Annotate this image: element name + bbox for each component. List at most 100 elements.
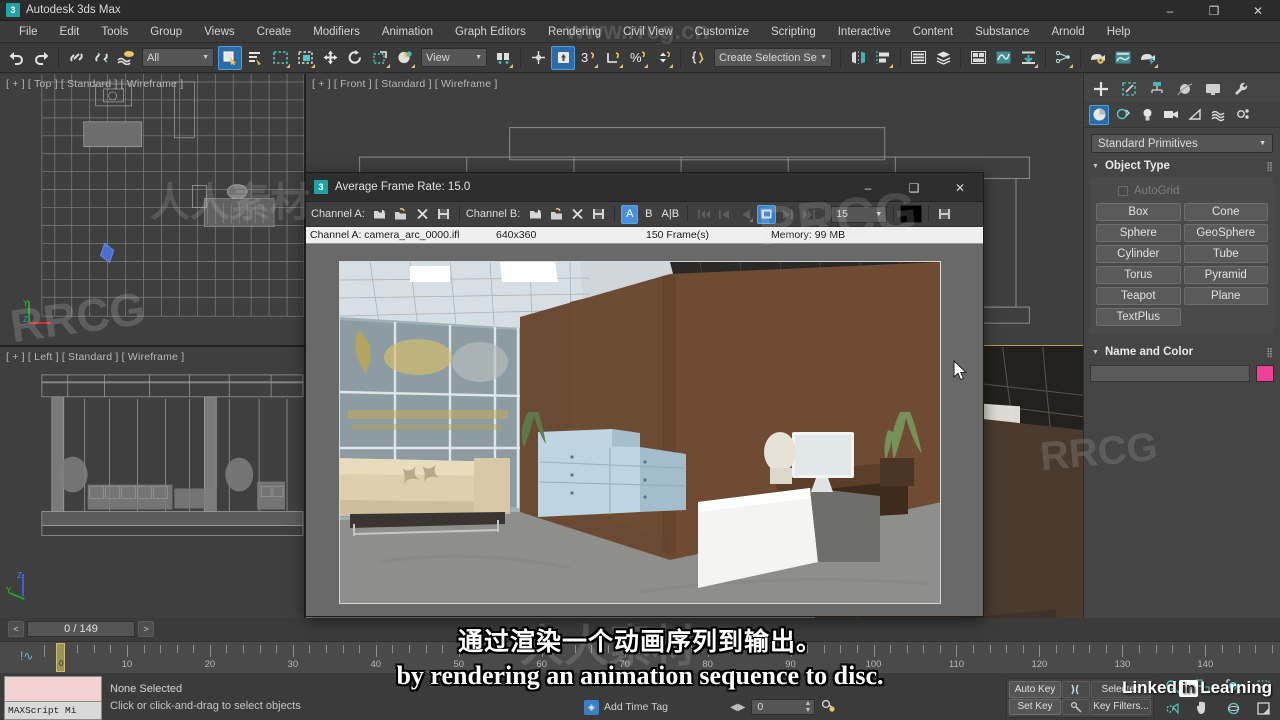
viewport-left[interactable]: [ + ] [ Left ] [ Standard ] [ Wireframe … xyxy=(0,347,305,618)
set-key-button[interactable]: Set Key xyxy=(1009,698,1061,715)
menu-item-help[interactable]: Help xyxy=(1096,21,1142,43)
first-frame-icon[interactable] xyxy=(694,205,713,224)
primitive-button-textplus[interactable]: TextPlus xyxy=(1096,308,1181,326)
maximize-viewport-icon[interactable] xyxy=(1250,698,1279,718)
hierarchy-tab-icon[interactable] xyxy=(1146,78,1168,100)
select-object-icon[interactable] xyxy=(218,45,242,70)
channel-b-open-file-icon[interactable] xyxy=(526,205,545,224)
menu-item-scripting[interactable]: Scripting xyxy=(760,21,827,43)
angle-snap-toggle-icon[interactable] xyxy=(601,46,625,70)
play-icon[interactable] xyxy=(757,204,777,224)
rollout-header-object-type[interactable]: ▼ Object Type ⣿ xyxy=(1084,157,1280,175)
menu-item-customize[interactable]: Customize xyxy=(684,21,760,43)
menu-item-edit[interactable]: Edit xyxy=(49,21,91,43)
menu-item-modifiers[interactable]: Modifiers xyxy=(302,21,371,43)
object-name-input[interactable] xyxy=(1090,365,1250,382)
current-frame-field[interactable]: 0 / 149 xyxy=(27,621,135,637)
key-filters-button[interactable]: Key Filters... xyxy=(1091,698,1151,715)
select-and-manipulate-icon[interactable] xyxy=(551,45,575,70)
viewport-top[interactable]: [ + ] [ Top ] [ Standard ] [ Wireframe ] xyxy=(0,74,305,346)
menu-item-tools[interactable]: Tools xyxy=(90,21,139,43)
helpers-icon[interactable] xyxy=(1185,105,1205,125)
auto-key-button[interactable]: Auto Key xyxy=(1009,681,1061,698)
project-folder-icon[interactable] xyxy=(1016,46,1040,70)
save-snapshot-icon[interactable] xyxy=(935,205,954,224)
field-of-view-icon[interactable] xyxy=(1158,698,1187,718)
layer-explorer-icon[interactable] xyxy=(906,46,930,70)
schematic-view-icon[interactable] xyxy=(991,46,1015,70)
viewport-left-label[interactable]: [ + ] [ Left ] [ Standard ] [ Wireframe … xyxy=(6,351,184,363)
maxscript-mini-listener[interactable]: MAXScript Mi xyxy=(4,702,102,720)
dialog-image-canvas[interactable] xyxy=(306,244,983,616)
modify-tab-icon[interactable] xyxy=(1118,78,1140,100)
prev-frame-icon[interactable] xyxy=(715,205,734,224)
edit-named-selection-sets-icon[interactable] xyxy=(686,46,710,70)
dialog-minimize-button[interactable]: – xyxy=(845,173,891,202)
primitive-button-teapot[interactable]: Teapot xyxy=(1096,287,1181,305)
percent-snap-toggle-icon[interactable]: % xyxy=(626,46,650,70)
undo-icon[interactable] xyxy=(4,46,28,70)
primitives-category-combo[interactable]: Standard Primitives ▼ xyxy=(1091,134,1273,153)
render-setup-icon[interactable] xyxy=(1086,46,1110,70)
particle-flow-icon[interactable] xyxy=(1051,46,1075,70)
background-color-swatch[interactable] xyxy=(900,205,923,223)
rollout-header-name-and-color[interactable]: ▼ Name and Color ⣿ xyxy=(1084,343,1280,361)
menu-item-graph-editors[interactable]: Graph Editors xyxy=(444,21,537,43)
menu-item-civil-view[interactable]: Civil View xyxy=(612,21,684,43)
align-icon[interactable] xyxy=(871,46,895,70)
menu-item-group[interactable]: Group xyxy=(139,21,193,43)
channel-b-grab-viewport-icon[interactable] xyxy=(547,205,566,224)
channel-a-clear-icon[interactable] xyxy=(413,205,432,224)
fps-combo[interactable]: 15 ▼ xyxy=(831,205,888,223)
shapes-icon[interactable] xyxy=(1113,105,1133,125)
select-by-name-icon[interactable] xyxy=(243,46,267,70)
menu-item-substance[interactable]: Substance xyxy=(964,21,1040,43)
last-frame-icon[interactable] xyxy=(799,205,818,224)
rendered-frame-window-icon[interactable] xyxy=(1111,46,1135,70)
scene-explorer-icon[interactable] xyxy=(931,46,955,70)
dialog-close-button[interactable]: ✕ xyxy=(937,173,983,202)
select-and-scale-icon[interactable] xyxy=(368,46,392,70)
primitive-button-plane[interactable]: Plane xyxy=(1183,287,1268,305)
display-channel-a-button[interactable]: A xyxy=(621,204,639,224)
minimize-button[interactable]: – xyxy=(1148,0,1192,21)
use-center-flyout-icon[interactable] xyxy=(491,46,515,70)
bind-space-warp-icon[interactable] xyxy=(114,46,138,70)
spinner-arrows-icon[interactable]: ◀▶ xyxy=(730,702,745,713)
primitive-button-sphere[interactable]: Sphere xyxy=(1096,224,1181,242)
channel-b-clear-icon[interactable] xyxy=(568,205,587,224)
spinner-icon[interactable]: ▲ ▼ xyxy=(804,700,811,714)
autogrid-checkbox[interactable] xyxy=(1118,185,1128,196)
average-frame-rate-dialog[interactable]: 3 Average Frame Rate: 15.0 – ❑ ✕ Channel… xyxy=(305,172,984,617)
primitive-button-cone[interactable]: Cone xyxy=(1183,203,1268,221)
primitive-button-geosphere[interactable]: GeoSphere xyxy=(1183,224,1268,242)
menu-item-content[interactable]: Content xyxy=(902,21,964,43)
primitive-button-box[interactable]: Box xyxy=(1096,203,1181,221)
key-toggle-icon[interactable]: !∿ xyxy=(20,649,33,663)
use-pivot-point-center-icon[interactable] xyxy=(526,46,550,70)
redo-icon[interactable] xyxy=(29,46,53,70)
spinner-snap-toggle-icon[interactable] xyxy=(651,46,675,70)
create-tab-icon[interactable] xyxy=(1090,78,1112,100)
rectangular-selection-region-icon[interactable] xyxy=(268,46,292,70)
display-tab-icon[interactable] xyxy=(1202,78,1224,100)
maximize-button[interactable]: ❐ xyxy=(1192,0,1236,21)
select-and-place-icon[interactable] xyxy=(393,46,417,70)
menu-item-arnold[interactable]: Arnold xyxy=(1040,21,1095,43)
window-crossing-icon[interactable] xyxy=(293,46,317,70)
motion-tab-icon[interactable] xyxy=(1174,78,1196,100)
time-slider-handle[interactable] xyxy=(56,643,65,672)
next-frame-icon[interactable] xyxy=(778,205,797,224)
mirror-icon[interactable] xyxy=(846,46,870,70)
snaps-toggle-icon[interactable]: 3 xyxy=(576,46,600,70)
select-and-move-icon[interactable] xyxy=(318,46,342,70)
select-link-icon[interactable] xyxy=(64,46,88,70)
set-key-icon[interactable] xyxy=(1062,698,1090,715)
primitive-button-torus[interactable]: Torus xyxy=(1096,266,1181,284)
menu-item-animation[interactable]: Animation xyxy=(371,21,444,43)
utilities-tab-icon[interactable] xyxy=(1230,78,1252,100)
prev-frame-button[interactable]: < xyxy=(8,621,24,637)
unlink-icon[interactable] xyxy=(89,46,113,70)
ruler-ticks[interactable]: 10 20 30 40 50 60 70 80 90 100 110 120 130 140 xyxy=(44,642,1280,673)
time-field[interactable]: 0 ▲ ▼ xyxy=(751,699,816,715)
